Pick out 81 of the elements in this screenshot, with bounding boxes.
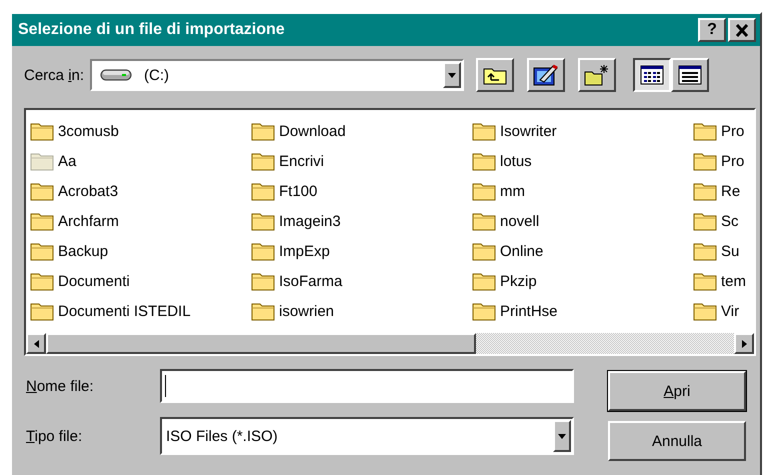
folder-item[interactable]: lotus [472,148,532,174]
folder-icon [693,301,717,321]
look-in-label: Cerca in: [24,66,84,84]
folder-icon [251,151,275,171]
folder-item[interactable]: novell [472,208,540,234]
pencil-screen-icon [533,63,560,87]
folder-item[interactable]: ImpExp [251,238,330,264]
close-button[interactable] [728,18,756,42]
folder-icon [251,181,275,201]
folder-icon [472,151,496,171]
new-folder-icon [584,64,610,86]
folder-item[interactable]: IsoFarma [251,268,342,294]
folder-item[interactable]: Pro [693,118,744,144]
close-icon [735,24,749,36]
folder-icon [251,301,275,321]
window-title: Selezione di un file di importazione [18,21,285,39]
folder-item[interactable]: Backup [30,238,108,264]
folder-item[interactable]: Imagein3 [251,208,341,234]
folder-icon [693,241,717,261]
folder-icon [251,241,275,261]
folder-item[interactable]: Su [693,238,740,264]
help-button[interactable]: ? [698,18,726,42]
folder-icon [472,271,496,291]
folder-item[interactable]: Pkzip [472,268,537,294]
folder-item[interactable]: Re [693,178,740,204]
folder-icon [472,301,496,321]
folder-icon [693,181,717,201]
file-type-label: Tipo file: [26,428,84,444]
folder-item[interactable]: Online [472,238,544,264]
folder-item[interactable]: 3comusb [30,118,119,144]
folder-icon [472,181,496,201]
file-type-dropdown[interactable]: ISO Files (*.ISO) [160,417,574,455]
details-view-icon [678,65,702,85]
folder-item[interactable]: Aa [30,148,76,174]
folder-icon [693,211,717,231]
cancel-button[interactable]: Annulla [608,421,746,461]
folder-icon [693,271,717,291]
folder-icon [251,211,275,231]
folder-icon [30,241,54,261]
horizontal-scrollbar[interactable] [26,333,754,354]
folder-item[interactable]: tem [693,268,746,294]
folder-item[interactable]: Vir [693,298,740,324]
folder-item[interactable]: PrintHse [472,298,558,324]
list-view-button[interactable] [633,58,672,92]
folder-item[interactable]: Encrivi [251,148,324,174]
folder-icon [30,121,54,141]
folder-item[interactable]: Acrobat3 [30,178,118,204]
folder-icon [30,271,54,291]
folder-item[interactable]: Archfarm [30,208,119,234]
folder-item[interactable]: Ft100 [251,178,318,204]
desktop-button[interactable] [527,58,566,92]
up-folder-button[interactable] [476,58,514,92]
folder-icon [30,211,54,231]
folder-item[interactable]: Download [251,118,346,144]
right-arrow-icon[interactable] [742,340,746,348]
folder-icon [30,151,54,171]
left-arrow-icon[interactable] [34,340,38,348]
folder-icon [472,241,496,261]
folder-item[interactable]: Pro [693,148,744,174]
new-folder-button[interactable] [578,58,616,92]
folder-icon [30,181,54,201]
folder-icon [251,271,275,291]
drive-icon [100,68,132,82]
folder-item[interactable]: Isowriter [472,118,557,144]
file-name-field[interactable] [160,369,574,403]
open-button[interactable]: Apri [608,371,746,411]
folder-item[interactable]: Documenti ISTEDIL [30,298,191,324]
details-view-button[interactable] [671,58,710,92]
list-view-icon [640,65,664,85]
folder-icon [693,151,717,171]
file-name-label: Nome file: [26,378,95,394]
folder-item[interactable]: Sc [693,208,739,234]
folder-icon [251,121,275,141]
folder-item[interactable]: mm [472,178,525,204]
folder-item[interactable]: isowrien [251,298,334,324]
folder-icon [472,211,496,231]
folder-icon [693,121,717,141]
look-in-dropdown[interactable]: (C:) [90,59,464,91]
folder-icon [30,301,54,321]
folder-item[interactable]: Documenti [30,268,130,294]
folder-icon [472,121,496,141]
